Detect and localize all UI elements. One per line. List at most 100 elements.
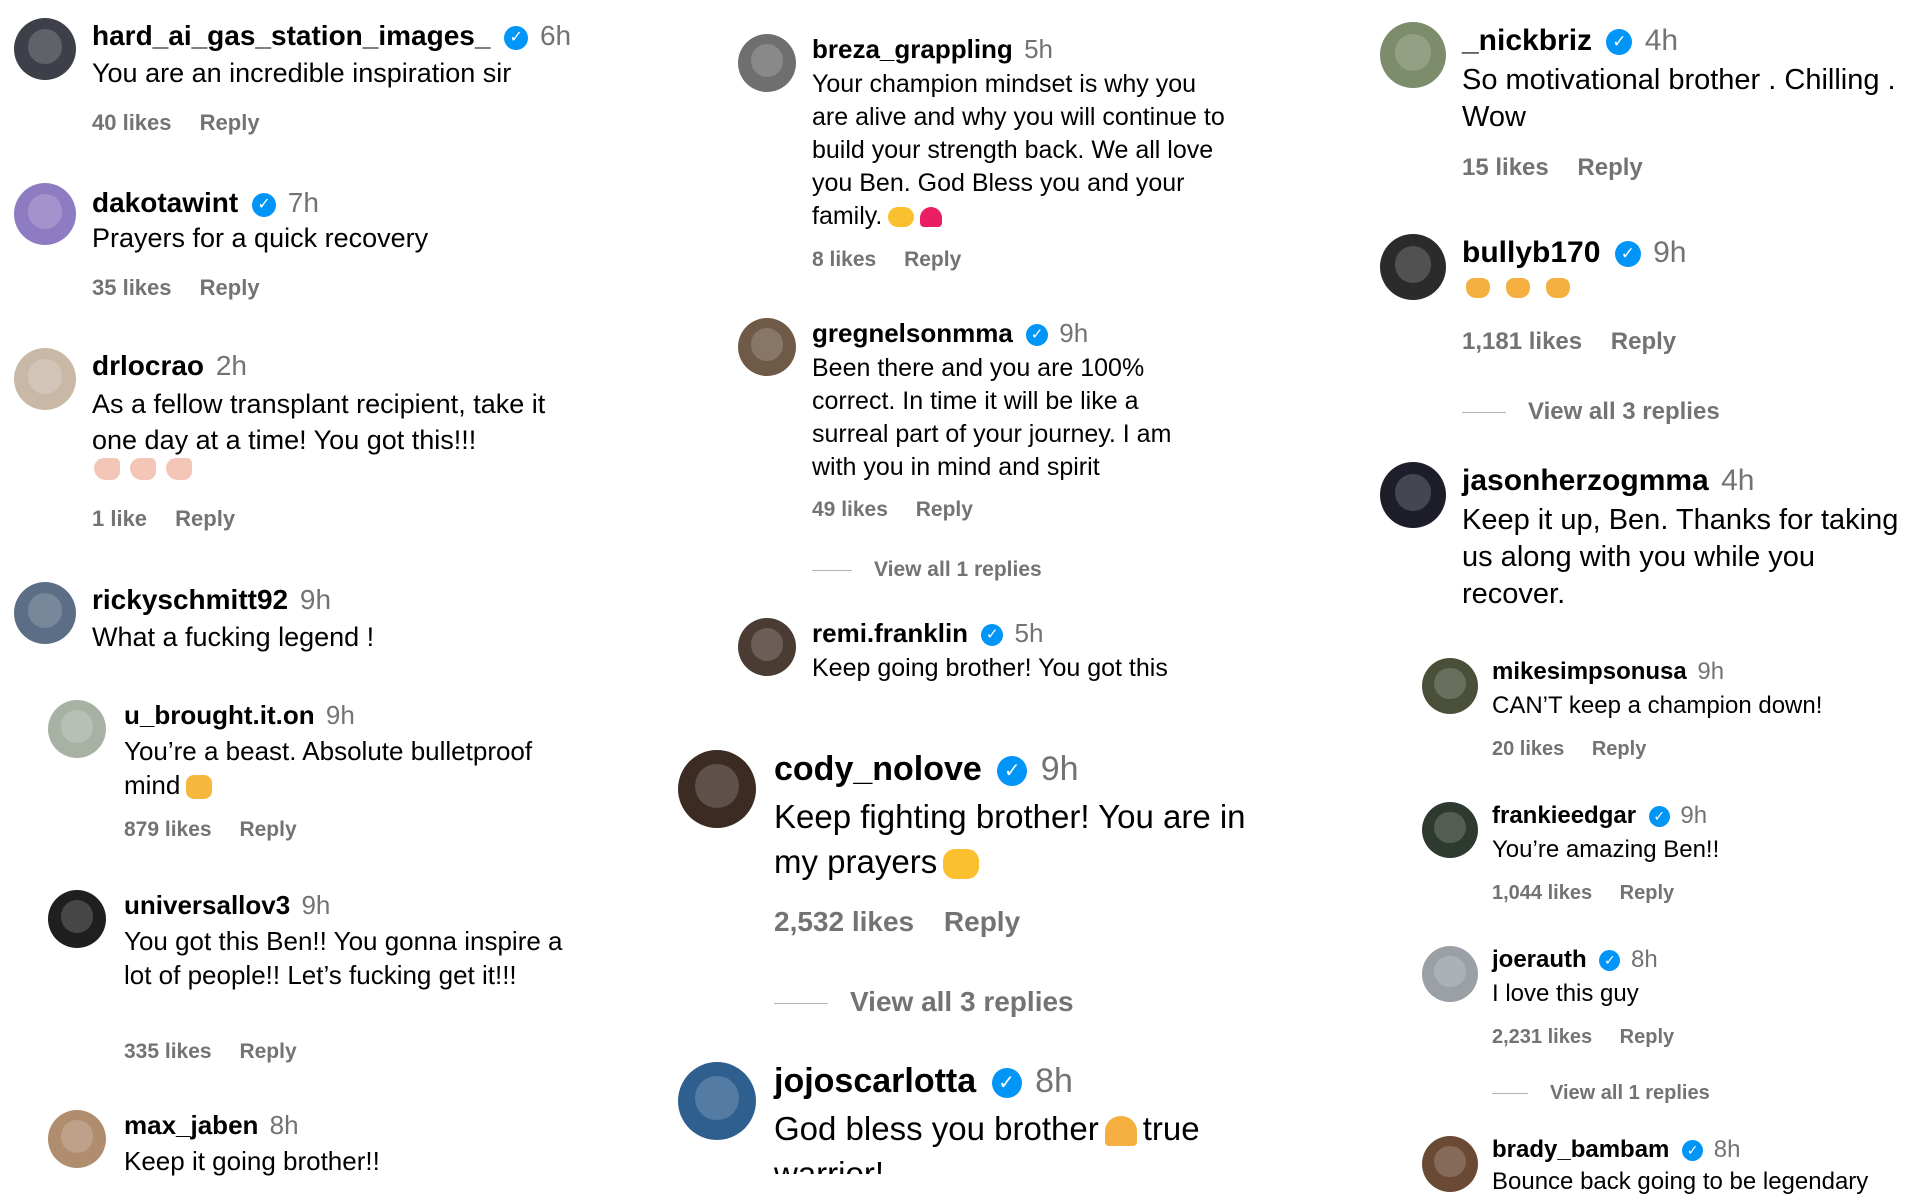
username[interactable]: cody_nolove (774, 750, 982, 788)
raising-hands-icon (888, 207, 915, 228)
reply-button[interactable]: Reply (239, 1040, 296, 1063)
avatar[interactable] (1380, 462, 1446, 528)
likes-count[interactable]: 1,044 likes (1492, 882, 1592, 904)
avatar[interactable] (1380, 234, 1446, 300)
timestamp: 4h (1721, 464, 1755, 497)
username[interactable]: breza_grappling (812, 34, 1013, 64)
divider-line (1462, 412, 1506, 414)
comment-text: So motivational brother . Chilling . Wow (1462, 64, 1896, 133)
likes-count[interactable]: 49 likes (812, 498, 888, 521)
username[interactable]: hard_ai_gas_station_images_ (92, 20, 490, 51)
reply-button[interactable]: Reply (1620, 1026, 1674, 1048)
avatar[interactable] (1422, 658, 1478, 714)
avatar[interactable] (14, 183, 76, 245)
avatar[interactable] (1380, 22, 1446, 88)
likes-count[interactable]: 2,532 likes (774, 906, 914, 937)
avatar[interactable] (14, 348, 76, 410)
reply-button[interactable]: Reply (200, 275, 260, 300)
reply-item: u_brought.it.on 9h You’re a beast. Absol… (48, 700, 568, 850)
avatar[interactable] (48, 1110, 106, 1168)
flexed-biceps-icon (166, 458, 192, 480)
reply-button[interactable]: Reply (904, 248, 961, 271)
username[interactable]: joerauth (1492, 946, 1587, 973)
username[interactable]: remi.franklin (812, 618, 968, 648)
likes-count[interactable]: 20 likes (1492, 738, 1564, 760)
flexed-biceps-icon (130, 458, 156, 480)
username[interactable]: frankieedgar (1492, 802, 1636, 829)
likes-count[interactable]: 40 likes (92, 110, 172, 135)
avatar[interactable] (14, 582, 76, 644)
avatar[interactable] (738, 34, 796, 92)
timestamp: 9h (1680, 802, 1708, 829)
likes-count[interactable]: 1,181 likes (1462, 328, 1582, 355)
reply-button[interactable]: Reply (1592, 738, 1646, 760)
likes-count[interactable]: 879 likes (124, 818, 212, 841)
view-replies-button[interactable]: View all 3 replies (1462, 398, 1720, 426)
view-replies-button[interactable]: View all 1 replies (1492, 1082, 1710, 1105)
comment-item: gregnelsonmma ✓ 9h Been there and you ar… (738, 318, 1258, 588)
username[interactable]: max_jaben (124, 1110, 258, 1140)
comment-text: You’re a beast. Absolute bulletproof min… (124, 736, 533, 800)
comment-text: You are an incredible inspiration sir (92, 58, 512, 88)
username[interactable]: bullyb170 (1462, 236, 1600, 269)
comment-text: CAN’T keep a champion down! (1492, 692, 1823, 719)
view-replies-button[interactable]: View all 3 replies (774, 986, 1074, 1018)
reply-item: joerauth ✓ 8h I love this guy 2,231 like… (1422, 946, 1912, 1106)
avatar[interactable] (1422, 946, 1478, 1002)
username[interactable]: mikesimpsonusa (1492, 658, 1687, 685)
comment-text: Keep fighting brother! You are in my pra… (774, 798, 1246, 880)
likes-count[interactable]: 335 likes (124, 1040, 212, 1063)
username[interactable]: brady_bambam (1492, 1136, 1669, 1163)
comment-text: Prayers for a quick recovery (92, 223, 429, 253)
timestamp: 6h (539, 20, 572, 51)
comment-item: hard_ai_gas_station_images_ ✓ 6h You are… (14, 18, 574, 148)
username[interactable]: u_brought.it.on (124, 700, 315, 730)
verified-badge-icon: ✓ (1614, 241, 1641, 268)
divider-line (1492, 1093, 1528, 1095)
reply-button[interactable]: Reply (1620, 882, 1674, 904)
username[interactable]: jojoscarlotta (774, 1062, 976, 1100)
reply-button[interactable]: Reply (944, 906, 1020, 937)
comment-item: bullyb170 ✓ 9h 1,181 likes Reply View al… (1380, 234, 1920, 434)
reply-button[interactable]: Reply (239, 818, 296, 841)
likes-count[interactable]: 2,231 likes (1492, 1026, 1592, 1048)
avatar[interactable] (738, 318, 796, 376)
reply-button[interactable]: Reply (1611, 328, 1676, 355)
avatar[interactable] (14, 18, 76, 80)
likes-count[interactable]: 8 likes (812, 248, 876, 271)
timestamp: 9h (299, 584, 332, 615)
view-replies-button[interactable]: View all 1 replies (812, 558, 1042, 582)
reply-button[interactable]: Reply (200, 110, 260, 135)
comment-text: Keep it up, Ben. Thanks for taking us al… (1462, 504, 1899, 610)
avatar[interactable] (678, 1062, 756, 1140)
avatar[interactable] (48, 890, 106, 948)
fist-icon (186, 775, 213, 800)
avatar[interactable] (1422, 802, 1478, 858)
avatar[interactable] (48, 700, 106, 758)
comment-text: Keep going brother! You got this (812, 654, 1168, 682)
comment-item: dakotawint ✓ 7h Prayers for a quick reco… (14, 183, 574, 313)
likes-count[interactable]: 15 likes (1462, 154, 1549, 181)
username[interactable]: dakotawint (92, 187, 238, 218)
reply-button[interactable]: Reply (916, 498, 973, 521)
likes-count[interactable]: 35 likes (92, 275, 172, 300)
username[interactable]: rickyschmitt92 (92, 584, 288, 615)
comment-text: You’re amazing Ben!! (1492, 836, 1720, 863)
username[interactable]: drlocrao (92, 350, 204, 381)
emoji-row (1462, 278, 1570, 298)
timestamp: 5h (1014, 618, 1044, 648)
likes-count[interactable]: 1 like (92, 506, 147, 531)
reply-button[interactable]: Reply (1577, 154, 1642, 181)
avatar[interactable] (738, 618, 796, 676)
verified-badge-icon: ✓ (997, 756, 1028, 787)
username[interactable]: _nickbriz (1462, 24, 1592, 57)
avatar[interactable] (678, 750, 756, 828)
username[interactable]: gregnelsonmma (812, 318, 1013, 348)
heart-icon (920, 207, 943, 228)
comment-item: rickyschmitt92 9h What a fucking legend … (14, 582, 574, 662)
username[interactable]: jasonherzogmma (1462, 464, 1709, 497)
comment-text: What a fucking legend ! (92, 622, 375, 652)
avatar[interactable] (1422, 1136, 1478, 1192)
reply-button[interactable]: Reply (175, 506, 235, 531)
username[interactable]: universallov3 (124, 890, 290, 920)
